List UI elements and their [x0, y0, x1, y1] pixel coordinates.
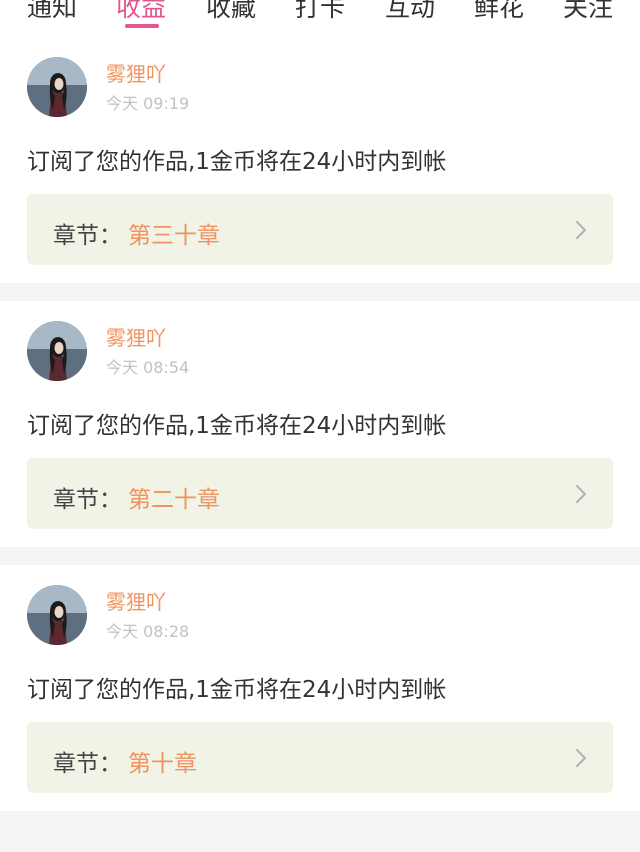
tab-following[interactable]: 关注 — [563, 0, 613, 24]
timestamp: 今天 08:54 — [106, 358, 190, 377]
chapter-label: 章节： — [53, 223, 122, 249]
chapter-link[interactable]: 章节： 第二十章 — [27, 458, 613, 529]
chevron-right-icon — [575, 220, 587, 240]
tab-earnings[interactable]: 收益 — [116, 0, 166, 24]
user-name[interactable]: 雾狸吖 — [106, 58, 166, 87]
avatar-image — [27, 57, 87, 117]
user-name[interactable]: 雾狸吖 — [106, 322, 166, 351]
message-text: 订阅了您的作品,1金币将在24小时内到帐 — [27, 413, 447, 439]
tab-checkin[interactable]: 打卡 — [295, 0, 345, 24]
chapter-value: 第十章 — [128, 751, 197, 777]
notification-card: 雾狸吖 今天 08:54 订阅了您的作品,1金币将在24小时内到帐 章节： 第二… — [0, 301, 640, 547]
tab-notice[interactable]: 通知 — [27, 0, 77, 24]
avatar-image — [27, 321, 87, 381]
chapter-link[interactable]: 章节： 第十章 — [27, 722, 613, 793]
user-name[interactable]: 雾狸吖 — [106, 586, 166, 615]
avatar[interactable] — [27, 321, 87, 381]
tab-interaction[interactable]: 互动 — [385, 0, 435, 24]
message-text: 订阅了您的作品,1金币将在24小时内到帐 — [27, 149, 447, 175]
timestamp: 今天 08:28 — [106, 622, 190, 641]
timestamp: 今天 09:19 — [106, 94, 190, 113]
tab-favorites[interactable]: 收藏 — [206, 0, 256, 24]
notification-card: 雾狸吖 今天 09:19 订阅了您的作品,1金币将在24小时内到帐 章节： 第三… — [0, 37, 640, 283]
tab-flowers[interactable]: 鲜花 — [474, 0, 524, 24]
avatar-image — [27, 585, 87, 645]
chapter-value: 第三十章 — [128, 223, 220, 249]
notification-card: 雾狸吖 今天 08:28 订阅了您的作品,1金币将在24小时内到帐 章节： 第十… — [0, 565, 640, 811]
avatar[interactable] — [27, 57, 87, 117]
message-text: 订阅了您的作品,1金币将在24小时内到帐 — [27, 677, 447, 703]
chapter-value: 第二十章 — [128, 487, 220, 513]
chevron-right-icon — [575, 748, 587, 768]
tab-bar: 通知 收益 收藏 打卡 互动 鲜花 关注 — [0, 0, 640, 40]
avatar[interactable] — [27, 585, 87, 645]
chapter-label: 章节： — [53, 487, 122, 513]
chapter-label: 章节： — [53, 751, 122, 777]
chevron-right-icon — [575, 484, 587, 504]
chapter-link[interactable]: 章节： 第三十章 — [27, 194, 613, 265]
active-tab-indicator — [125, 24, 159, 28]
